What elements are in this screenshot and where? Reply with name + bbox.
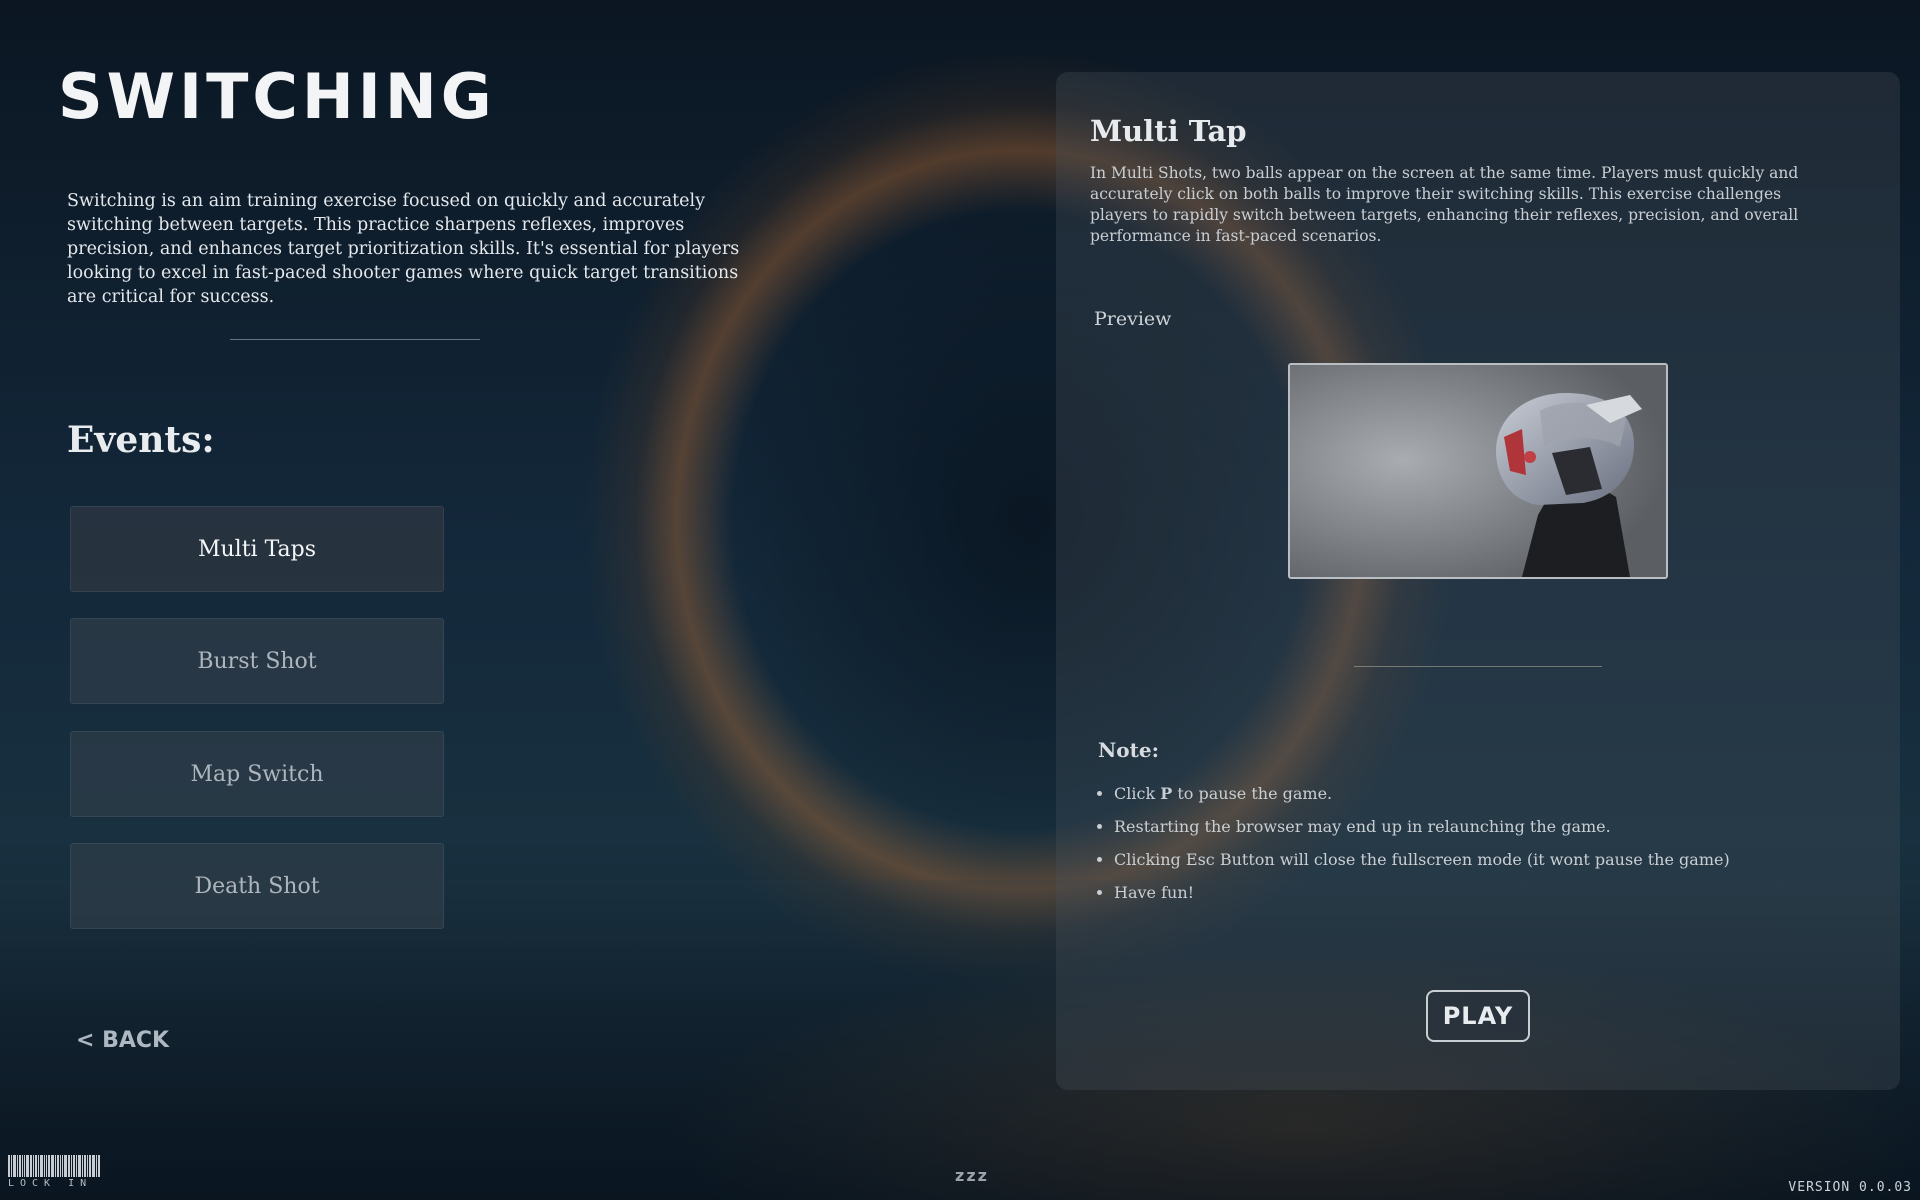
back-button[interactable]: < BACK — [76, 1028, 169, 1053]
note-label: Note: — [1098, 738, 1159, 762]
play-button[interactable]: PLAY — [1426, 990, 1530, 1042]
detail-title: Multi Tap — [1090, 114, 1247, 148]
lock-in-text: LOCK IN — [8, 1178, 93, 1189]
version-label: VERSION 0.0.03 — [1788, 1180, 1912, 1195]
footer-center-text: zzz — [955, 1166, 989, 1185]
event-button-multi-taps[interactable]: Multi Taps — [70, 506, 444, 592]
event-button-map-switch[interactable]: Map Switch — [70, 731, 444, 817]
list-item: Restarting the browser may end up in rel… — [1114, 813, 1874, 846]
events-heading: Events: — [67, 419, 215, 461]
lock-in-logo: LOCK IN — [8, 1155, 128, 1189]
list-item: Click P to pause the game. — [1114, 780, 1874, 813]
intro-text: Switching is an aim training exercise fo… — [67, 191, 740, 307]
barcode-icon — [8, 1155, 128, 1177]
detail-description: In Multi Shots, two balls appear on the … — [1090, 164, 1799, 245]
divider — [230, 339, 480, 340]
event-button-death-shot[interactable]: Death Shot — [70, 843, 444, 929]
notes-list: Click P to pause the game. Restarting th… — [1096, 780, 1874, 912]
preview-image — [1288, 363, 1668, 579]
list-item: Clicking Esc Button will close the fulls… — [1114, 846, 1874, 879]
page-title: SWITCHING — [58, 60, 496, 133]
preview-label: Preview — [1094, 308, 1172, 330]
divider — [1354, 666, 1602, 667]
event-button-burst-shot[interactable]: Burst Shot — [70, 618, 444, 704]
helmet-figure-icon — [1290, 365, 1666, 577]
list-item: Have fun! — [1114, 879, 1874, 912]
